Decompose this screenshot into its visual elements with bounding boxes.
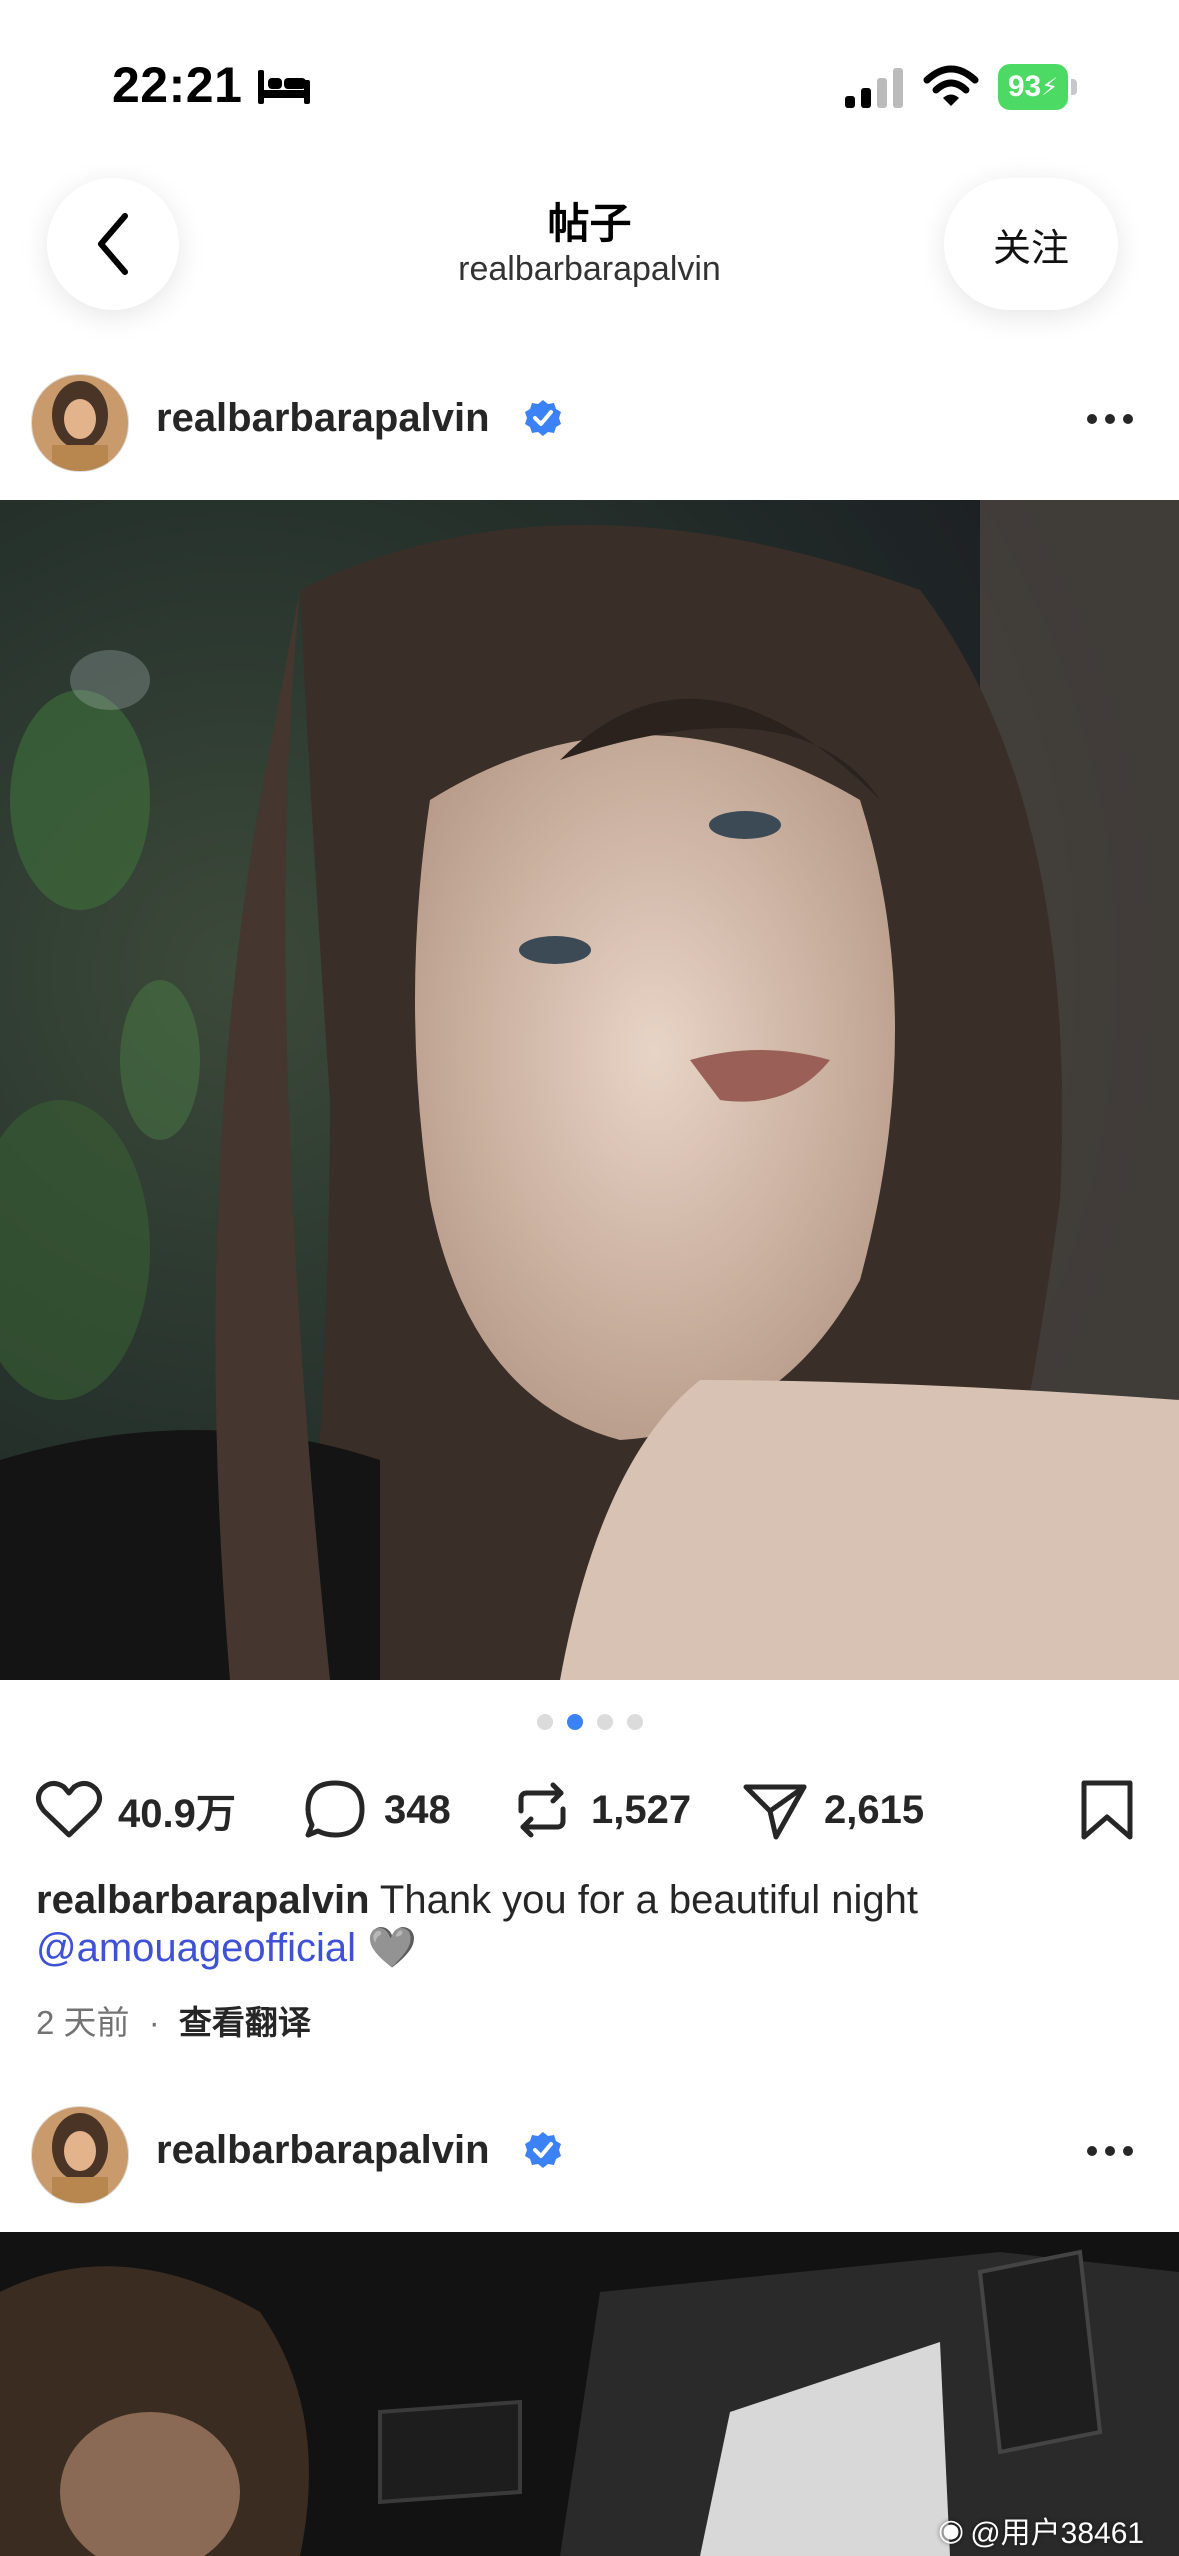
repost-arrows-icon (518, 1782, 566, 1838)
carousel-indicator (0, 1714, 1179, 1734)
carousel-dot (596, 1714, 613, 1730)
share-button[interactable]: 2,615 (740, 1770, 924, 1850)
cellular-signal-icon (845, 68, 903, 108)
avatar[interactable] (31, 374, 129, 472)
caption-username[interactable]: realbarbarapalvin (36, 1878, 370, 1922)
like-button[interactable]: 40.9万 (34, 1770, 236, 1850)
carousel-dot (626, 1714, 643, 1730)
post-photo[interactable] (0, 500, 1179, 1680)
comment-count: 348 (384, 1787, 451, 1832)
heart-icon (36, 1781, 102, 1838)
post-actions: 40.9万 348 1,527 2,615 (0, 1770, 1179, 1850)
more-options-icon[interactable] (1085, 412, 1135, 426)
post-time-ago: 2 天前 (36, 2004, 130, 2041)
repost-button[interactable]: 1,527 (507, 1770, 691, 1850)
caption-text: Thank you for a beautiful night (379, 1878, 919, 1922)
meta-separator: · (148, 2004, 160, 2041)
post-header: realbarbarapalvin (0, 366, 1179, 476)
charging-bolt-icon: ⚡ (1041, 73, 1059, 101)
sleep-focus-icon (258, 70, 310, 104)
bookmark-icon (1081, 1780, 1133, 1840)
wifi-icon (923, 65, 979, 106)
verified-badge-icon (525, 2132, 561, 2168)
post-meta: 2 天前 · 查看翻译 (36, 1996, 311, 2044)
navigation-header: 帖子 realbarbarapalvin 关注 (0, 170, 1179, 320)
carousel-dot-active (566, 1714, 583, 1730)
verified-badge-icon (525, 400, 561, 436)
status-bar: 22:21 93 ⚡ (0, 0, 1179, 170)
avatar[interactable] (31, 2106, 129, 2204)
caption-mention-link[interactable]: @amouageofficial (36, 1926, 356, 1970)
post-username[interactable]: realbarbarapalvin (156, 2128, 490, 2173)
post-caption: realbarbarapalvin Thank you for a beauti… (36, 1876, 1146, 1972)
share-count: 2,615 (824, 1787, 925, 1832)
weibo-logo-icon: ◉ (938, 2513, 965, 2547)
watermark-text: @用户38461 (970, 2517, 1145, 2550)
post-username[interactable]: realbarbarapalvin (156, 396, 490, 441)
battery-percent: 93 (1007, 70, 1042, 103)
more-options-icon[interactable] (1085, 2144, 1135, 2158)
post-header-2: realbarbarapalvin (0, 2098, 1179, 2208)
status-time: 22:21 (112, 57, 243, 113)
battery-indicator: 93 ⚡ (998, 64, 1078, 110)
comment-button[interactable]: 348 (300, 1770, 451, 1850)
see-translation-link[interactable]: 查看翻译 (179, 2004, 311, 2041)
follow-button[interactable]: 关注 (944, 178, 1118, 310)
carousel-dot (536, 1714, 553, 1730)
like-count: 40.9万 (118, 1792, 236, 1836)
send-paper-plane-icon (743, 1784, 807, 1840)
caption-emoji: 🩶 (367, 1926, 417, 1970)
save-button[interactable] (1072, 1770, 1142, 1850)
watermark: ◉ @用户38461 (938, 2508, 1144, 2552)
comment-bubble-icon (305, 1780, 365, 1838)
repost-count: 1,527 (591, 1787, 692, 1832)
